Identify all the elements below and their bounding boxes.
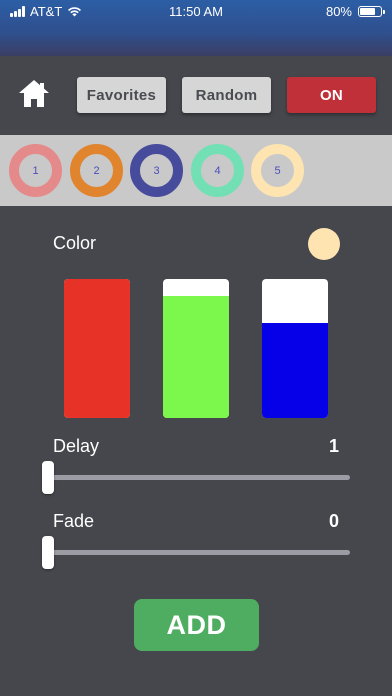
preset-5-button[interactable]: 5 [251,144,304,197]
green-level [163,295,229,418]
green-channel-slider[interactable] [163,279,229,418]
power-button[interactable]: ON [287,77,376,113]
fade-slider-track[interactable] [48,550,350,555]
blue-channel-slider[interactable] [262,279,328,418]
toolbar: Favorites Random ON [0,56,392,135]
preset-label: 2 [93,164,100,177]
battery-percent: 80% [325,4,352,19]
delay-label: Delay [53,436,100,456]
battery-icon [358,6,385,17]
battery-fill [360,8,376,15]
blue-level [262,323,328,418]
preset-4-button[interactable]: 4 [191,144,244,197]
color-label: Color [53,233,97,253]
fade-label: Fade [53,511,95,531]
add-button[interactable]: ADD [134,599,259,651]
preset-2-button[interactable]: 2 [70,144,123,197]
preset-label: 5 [274,164,281,177]
red-channel-slider[interactable] [64,279,130,418]
delay-value: 1 [328,436,339,456]
preset-3-button[interactable]: 3 [130,144,183,197]
preset-bar: 1 2 3 4 5 [0,135,392,206]
status-bar: AT&T 11:50 AM 80% [0,0,392,56]
color-swatch [308,228,340,260]
fade-slider-thumb[interactable] [42,536,54,569]
fade-value: 0 [328,511,339,531]
preset-1-button[interactable]: 1 [9,144,62,197]
random-button[interactable]: Random [182,77,271,113]
delay-slider-track[interactable] [48,475,350,480]
red-level [64,279,130,418]
delay-slider-thumb[interactable] [42,461,54,494]
home-button[interactable] [17,78,51,110]
preset-label: 4 [214,164,221,177]
preset-label: 1 [32,164,39,177]
preset-label: 3 [153,164,160,177]
home-icon [19,80,49,107]
favorites-button[interactable]: Favorites [77,77,166,113]
status-right: 80% [325,4,385,19]
